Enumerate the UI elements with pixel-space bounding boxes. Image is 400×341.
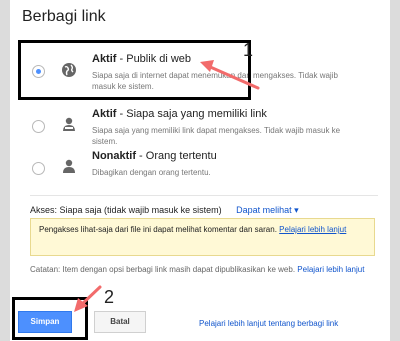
option-title: Aktif - Siapa saja yang memiliki link xyxy=(92,108,267,120)
person-icon xyxy=(60,158,78,176)
notice-learn-more-link[interactable]: Pelajari lebih lanjut xyxy=(279,225,346,234)
note-learn-more-link[interactable]: Pelajari lebih lanjut xyxy=(297,265,364,274)
learn-more-sharing-link[interactable]: Pelajari lebih lanjut tentang berbagi li… xyxy=(199,319,338,328)
option-description: Dibagikan dengan orang tertentu. xyxy=(92,168,211,177)
option-title: Nonaktif - Orang tertentu xyxy=(92,150,217,162)
radio-anyone-with-link[interactable] xyxy=(32,120,45,133)
divider xyxy=(30,195,378,196)
access-label: Akses: xyxy=(30,205,58,215)
highlight-box-option xyxy=(18,40,251,100)
access-row: Akses: Siapa saja (tidak wajib masuk ke … xyxy=(30,205,299,216)
cancel-button[interactable]: Batal xyxy=(94,311,146,333)
annotation-number-2: 2 xyxy=(104,287,115,307)
access-value: Siapa saja (tidak wajib masuk ke sistem) xyxy=(59,205,222,215)
notice-box: Pengakses lihat-saja dari file ini dapat… xyxy=(30,218,375,256)
person-link-icon xyxy=(60,116,78,134)
backdrop-left xyxy=(0,0,10,341)
annotation-number-1: 1 xyxy=(243,40,254,60)
permission-dropdown[interactable]: Dapat melihat ▾ xyxy=(236,205,299,215)
option-specific-people[interactable]: Nonaktif - Orang tertentu Dibagikan deng… xyxy=(20,140,380,196)
highlight-box-save xyxy=(12,297,88,340)
note-text: Catatan: Item dengan opsi berbagi link m… xyxy=(30,265,296,274)
notice-text: Pengakses lihat-saja dari file ini dapat… xyxy=(39,225,277,234)
backdrop-right xyxy=(390,0,400,341)
dialog-title: Berbagi link xyxy=(22,8,106,25)
note: Catatan: Item dengan opsi berbagi link m… xyxy=(30,264,370,276)
radio-specific-people[interactable] xyxy=(32,162,45,175)
